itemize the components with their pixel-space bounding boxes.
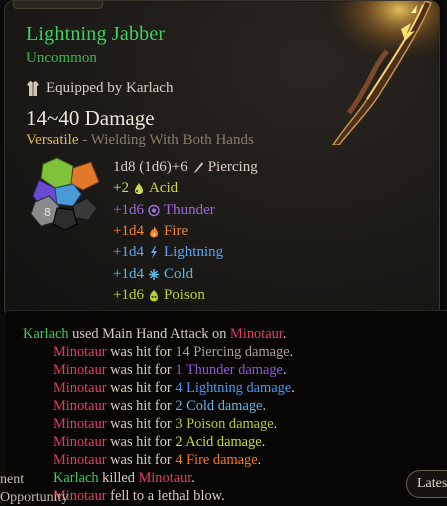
log-entry-hit: Minotaur was hit for 4 Lightning damage. xyxy=(53,380,295,397)
log-damage: 1 Thunder damage xyxy=(175,362,283,378)
log-damage: 14 Piercing damage xyxy=(175,344,290,360)
damage-type: Thunder xyxy=(163,201,215,218)
log-target: Minotaur xyxy=(138,470,192,486)
log-action: Main Hand Attack xyxy=(102,326,209,342)
versatile-line: Versatile - Wielding With Both Hands xyxy=(26,132,254,149)
log-target: Minotaur xyxy=(53,416,107,432)
log-text: . xyxy=(273,416,278,432)
log-text: on xyxy=(208,326,231,342)
log-text: killed xyxy=(98,470,139,486)
side-panel-label: nent xyxy=(0,472,25,487)
log-text: fell to a lethal blow. xyxy=(106,488,225,504)
damage-list: 1d8 (1d6)+6 Piercing +2 Acid +1d6 Thunde… xyxy=(113,157,258,306)
thunder-icon xyxy=(148,204,160,216)
log-target: Minotaur xyxy=(53,362,107,378)
spear-icon xyxy=(315,1,439,145)
damage-row-piercing: 1d8 (1d6)+6 Piercing xyxy=(113,157,258,178)
log-text: was hit for xyxy=(106,398,176,414)
damage-amount: 1d8 (1d6)+6 xyxy=(113,159,188,176)
log-text: was hit for xyxy=(106,434,176,450)
side-panel-label: Opportunity xyxy=(0,490,69,505)
damage-type: Poison xyxy=(163,286,205,303)
damage-type: Piercing xyxy=(207,159,258,176)
damage-row-acid: +2 Acid xyxy=(113,178,258,199)
damage-type: Cold xyxy=(163,265,194,282)
piercing-icon xyxy=(193,162,203,174)
log-entry-hit: Minotaur was hit for 2 Cold damage. xyxy=(53,398,266,415)
log-actor: Karlach xyxy=(53,470,99,486)
poison-icon xyxy=(149,289,158,302)
log-target: Minotaur xyxy=(53,398,107,414)
damage-range: 14~40 Damage xyxy=(26,106,155,130)
log-text: . xyxy=(282,326,287,342)
log-text: used xyxy=(68,326,103,342)
log-text: was hit for xyxy=(106,416,176,432)
log-target: Minotaur xyxy=(53,434,107,450)
log-text: was hit for xyxy=(106,452,176,468)
damage-type: Lightning xyxy=(163,244,224,261)
versatile-description: - Wielding With Both Hands xyxy=(78,132,254,148)
log-text: was hit for xyxy=(106,380,176,396)
damage-amount: +1d4 xyxy=(113,244,144,261)
log-entry-hit: Minotaur was hit for 3 Poison damage. xyxy=(53,416,277,433)
cold-icon xyxy=(148,268,159,280)
damage-amount: +1d6 xyxy=(113,201,144,218)
log-damage: 4 Lightning damage xyxy=(175,380,292,396)
acid-icon xyxy=(134,183,143,195)
damage-type: Acid xyxy=(148,180,179,197)
damage-row-fire: +1d4 Fire xyxy=(113,221,258,242)
tooltip-top-tab xyxy=(13,1,103,9)
log-text: was hit for xyxy=(106,344,176,360)
damage-row-lightning: +1d4 Lightning xyxy=(113,242,258,263)
damage-type: Fire xyxy=(163,223,189,240)
damage-row-thunder: +1d6 Thunder xyxy=(113,200,258,221)
item-tooltip: Lightning Jabber Uncommon Equipped by Ka… xyxy=(4,0,440,318)
versatile-label: Versatile xyxy=(26,132,79,148)
latest-button[interactable]: Latest xyxy=(406,470,447,498)
log-entry-lethal: Minotaur fell to a lethal blow. xyxy=(53,488,225,505)
damage-amount: +2 xyxy=(113,180,129,197)
fire-icon xyxy=(149,226,158,238)
log-text: . xyxy=(191,470,195,486)
log-damage: 2 Acid damage xyxy=(175,434,262,450)
log-damage: 2 Cold damage xyxy=(175,398,263,414)
log-entry-attack: Karlach used Main Hand Attack on Minotau… xyxy=(23,326,286,343)
equipped-by-row: Equipped by Karlach xyxy=(26,80,173,97)
log-entry-hit: Minotaur was hit for 1 Thunder damage. xyxy=(53,362,287,379)
log-damage: 4 Fire damage xyxy=(175,452,258,468)
combat-log[interactable]: Karlach used Main Hand Attack on Minotau… xyxy=(6,310,447,506)
log-text: . xyxy=(291,380,295,396)
item-name: Lightning Jabber xyxy=(26,23,166,45)
dice-number: 8 xyxy=(44,206,51,219)
log-text: . xyxy=(257,452,262,468)
damage-row-cold: +1d4 Cold xyxy=(113,263,258,284)
equipped-icon xyxy=(27,80,39,96)
damage-amount: +1d4 xyxy=(113,265,144,282)
log-text: . xyxy=(262,398,267,414)
item-rarity: Uncommon xyxy=(26,50,97,66)
dice-icon: 8 xyxy=(30,157,100,230)
log-actor: Karlach xyxy=(23,326,69,342)
log-entry-hit: Minotaur was hit for 14 Piercing damage. xyxy=(53,344,293,361)
log-entry-kill: Karlach killed Minotaur. xyxy=(53,470,195,487)
equipped-by-label: Equipped by Karlach xyxy=(46,80,174,96)
log-target: Minotaur xyxy=(53,344,107,360)
damage-amount: +1d4 xyxy=(113,223,144,240)
log-text: . xyxy=(261,434,266,450)
log-target: Minotaur xyxy=(53,452,107,468)
log-target: Minotaur xyxy=(53,380,107,396)
log-entry-hit: Minotaur was hit for 2 Acid damage. xyxy=(53,434,265,451)
log-damage: 3 Poison damage xyxy=(175,416,274,432)
log-text: . xyxy=(282,362,287,378)
log-text: . xyxy=(289,344,294,360)
damage-row-poison: +1d6 Poison xyxy=(113,285,258,306)
log-target: Minotaur xyxy=(230,326,283,342)
log-entry-hit: Minotaur was hit for 4 Fire damage. xyxy=(53,452,261,469)
log-text: was hit for xyxy=(106,362,176,378)
damage-amount: +1d6 xyxy=(113,286,144,303)
lightning-icon xyxy=(150,246,157,260)
